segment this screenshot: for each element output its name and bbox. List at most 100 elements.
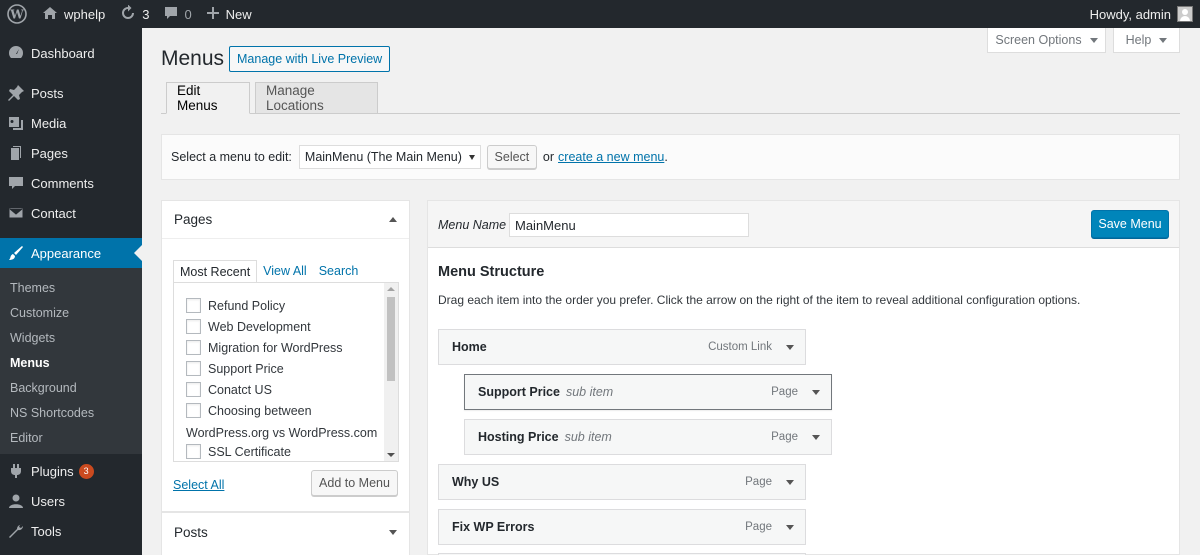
submenu-editor[interactable]: Editor	[10, 431, 43, 445]
svg-text:W: W	[9, 8, 24, 22]
expand-arrow-icon[interactable]	[786, 345, 794, 350]
menu-structure-title: Menu Structure	[438, 264, 545, 280]
mail-icon	[0, 204, 31, 222]
new-content-link[interactable]: New	[199, 0, 259, 28]
home-icon	[42, 5, 58, 24]
list-item-label: Choosing between	[208, 403, 312, 418]
list-item[interactable]: Conatct US	[186, 382, 272, 397]
checkbox[interactable]	[186, 361, 201, 376]
checkbox[interactable]	[186, 403, 201, 418]
sidebar-item-tools[interactable]: Tools	[0, 516, 142, 546]
sidebar-item-comments[interactable]: Comments	[0, 168, 142, 198]
list-item[interactable]: Migration for WordPress	[186, 340, 343, 355]
menu-item-hosting-price[interactable]: Hosting Price sub item Page	[464, 419, 832, 455]
sidebar-item-label: Media	[31, 115, 67, 131]
expand-arrow-icon[interactable]	[812, 435, 820, 440]
menu-item-type: Page	[771, 386, 798, 398]
select-menu-bar: Select a menu to edit: MainMenu (The Mai…	[161, 134, 1180, 180]
menu-editor-panel: Menu Name MainMenu Save Menu Menu Struct…	[427, 200, 1180, 555]
save-menu-button[interactable]: Save Menu	[1091, 210, 1169, 238]
sidebar-item-posts[interactable]: Posts	[0, 78, 142, 108]
menu-editor-header: Menu Name MainMenu Save Menu	[428, 201, 1179, 248]
scroll-up-icon[interactable]	[387, 287, 395, 291]
submenu-customize[interactable]: Customize	[10, 306, 69, 320]
sidebar-item-label: Appearance	[31, 245, 102, 261]
submenu-menus[interactable]: Menus	[10, 356, 50, 370]
my-account[interactable]: Howdy, admin	[1090, 0, 1193, 28]
tab-manage-locations[interactable]: Manage Locations	[255, 82, 378, 114]
comments-link[interactable]: 0	[156, 0, 198, 28]
pages-accordion-header[interactable]: Pages	[162, 201, 409, 239]
sidebar-item-appearance[interactable]: Appearance	[0, 238, 142, 268]
menu-item-sub-label: sub item	[564, 430, 612, 444]
menu-item-type: Page	[745, 521, 772, 533]
period-text: .	[664, 150, 668, 164]
list-item[interactable]: Refund Policy	[186, 298, 285, 313]
tab-view-all[interactable]: View All	[257, 260, 313, 284]
scroll-down-icon[interactable]	[387, 453, 395, 457]
sidebar-item-dashboard[interactable]: Dashboard	[0, 38, 142, 68]
admin-bar: W wphelp 3 0 New Howdy, admin	[0, 0, 1200, 28]
menu-select-dropdown[interactable]: MainMenu (The Main Menu)	[298, 145, 481, 169]
scroll-thumb[interactable]	[387, 297, 395, 381]
new-label: New	[225, 6, 252, 22]
list-item-label: SSL Certificate	[208, 444, 291, 459]
caret-down-icon	[468, 155, 475, 160]
sidebar-item-pages[interactable]: Pages	[0, 138, 142, 168]
select-all-link[interactable]: Select All	[173, 478, 224, 492]
avatar	[1177, 6, 1193, 22]
expand-arrow-icon[interactable]	[786, 525, 794, 530]
menu-item-title-text: Fix WP Errors	[452, 520, 535, 534]
sidebar-item-plugins[interactable]: Plugins 3	[0, 456, 142, 486]
help-button[interactable]: Help	[1113, 28, 1180, 53]
checkbox[interactable]	[186, 340, 201, 355]
list-item[interactable]: Support Price	[186, 361, 284, 376]
pin-icon	[0, 84, 31, 102]
admin-sidebar: Dashboard Posts Media Pages Comments Con…	[0, 28, 142, 555]
updates-link[interactable]: 3	[112, 0, 156, 28]
add-to-menu-button[interactable]: Add to Menu	[311, 470, 398, 496]
screen-options-button[interactable]: Screen Options	[987, 28, 1106, 53]
posts-accordion-header[interactable]: Posts	[162, 513, 409, 551]
menu-item-support-price[interactable]: Support Price sub item Page	[464, 374, 832, 410]
sidebar-item-media[interactable]: Media	[0, 108, 142, 138]
site-name-link[interactable]: wphelp	[35, 0, 112, 28]
submenu-themes[interactable]: Themes	[10, 281, 55, 295]
list-item-label: Conatct US	[208, 382, 272, 397]
checkbox[interactable]	[186, 444, 201, 459]
checkbox[interactable]	[186, 382, 201, 397]
live-preview-button[interactable]: Manage with Live Preview	[229, 46, 391, 72]
create-menu-link[interactable]: create a new menu	[558, 150, 664, 164]
or-text: or	[542, 150, 555, 164]
wordpress-logo-icon[interactable]: W	[0, 0, 35, 28]
tab-search[interactable]: Search	[313, 260, 365, 284]
menu-item-title-text: Home	[452, 340, 487, 354]
menu-item-type: Page	[745, 476, 772, 488]
sidebar-item-contact[interactable]: Contact	[0, 198, 142, 228]
list-item[interactable]: SSL Certificate	[186, 444, 291, 459]
checkbox[interactable]	[186, 319, 201, 334]
expand-arrow-icon[interactable]	[812, 390, 820, 395]
menu-item-fix-wp-errors[interactable]: Fix WP Errors Page	[438, 509, 806, 545]
checkbox[interactable]	[186, 298, 201, 313]
submenu-widgets[interactable]: Widgets	[10, 331, 55, 345]
menu-name-input[interactable]: MainMenu	[509, 213, 749, 237]
refresh-icon	[119, 4, 137, 24]
select-button[interactable]: Select	[486, 145, 537, 169]
tab-most-recent[interactable]: Most Recent	[173, 260, 258, 284]
pages-checklist: Refund Policy Web Development Migration …	[173, 282, 399, 462]
appearance-submenu: Themes Customize Widgets Menus Backgroun…	[0, 268, 142, 454]
list-item[interactable]: Web Development	[186, 319, 311, 334]
submenu-ns-shortcodes[interactable]: NS Shortcodes	[10, 406, 94, 420]
list-item[interactable]: Choosing between	[186, 403, 312, 418]
tab-edit-menus[interactable]: Edit Menus	[166, 82, 250, 114]
submenu-background[interactable]: Background	[10, 381, 77, 395]
list-scrollbar[interactable]	[384, 283, 398, 461]
howdy-text: Howdy, admin	[1089, 6, 1171, 22]
sidebar-item-users[interactable]: Users	[0, 486, 142, 516]
pages-accordion-body: Most Recent View All Search Refund Polic…	[162, 239, 409, 511]
menu-item-title: Why US	[452, 475, 499, 489]
expand-arrow-icon[interactable]	[786, 480, 794, 485]
menu-item-why-us[interactable]: Why US Page	[438, 464, 806, 500]
menu-item-home[interactable]: Home Custom Link	[438, 329, 806, 365]
